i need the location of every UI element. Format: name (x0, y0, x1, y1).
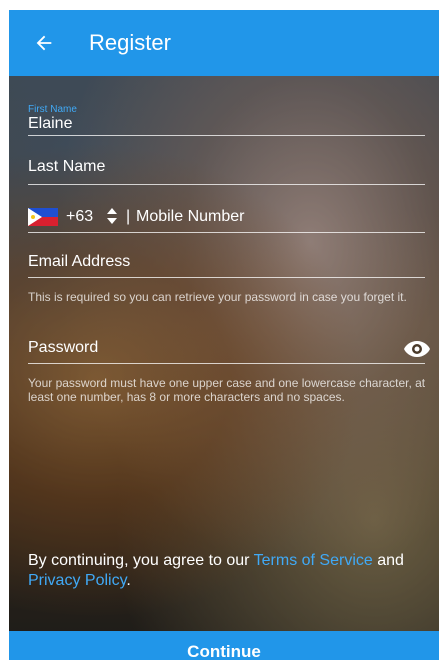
sort-updown-icon[interactable] (106, 207, 118, 225)
register-form: First Name Elaine Last Name +63 | Mobile… (9, 76, 439, 631)
terms-link[interactable]: Terms of Service (254, 552, 373, 569)
email-placeholder: Email Address (28, 253, 131, 270)
password-field[interactable]: Password (28, 337, 430, 364)
page-title: Register (89, 30, 171, 55)
separator: | (126, 208, 131, 225)
last-name-field[interactable]: Last Name (28, 156, 425, 185)
eye-icon[interactable] (403, 339, 431, 359)
first-name-field[interactable]: First Name Elaine (28, 94, 425, 136)
legal-prefix: By continuing, you agree to our (28, 552, 254, 569)
register-screen: Register First Name Elaine Last Name +63 (9, 10, 439, 660)
philippines-flag-icon[interactable] (28, 208, 58, 226)
arrow-left-icon[interactable] (33, 32, 55, 54)
dial-code[interactable]: +63 (66, 208, 93, 226)
first-name-value: Elaine (28, 115, 73, 132)
first-name-label: First Name (28, 104, 77, 115)
password-placeholder: Password (28, 339, 99, 356)
app-bar: Register (9, 10, 439, 76)
continue-button[interactable]: Continue (9, 631, 439, 660)
mobile-field[interactable]: +63 | Mobile Number (28, 206, 425, 233)
mobile-placeholder: Mobile Number (136, 208, 245, 225)
privacy-link[interactable]: Privacy Policy (28, 572, 126, 589)
legal-text: By continuing, you agree to our Terms of… (28, 551, 428, 591)
legal-middle: and (372, 552, 404, 569)
password-hint: Your password must have one upper case a… (28, 376, 426, 404)
email-field[interactable]: Email Address (28, 252, 425, 278)
legal-suffix: . (126, 572, 131, 589)
last-name-placeholder: Last Name (28, 158, 106, 175)
email-hint: This is required so you can retrieve you… (28, 290, 407, 304)
